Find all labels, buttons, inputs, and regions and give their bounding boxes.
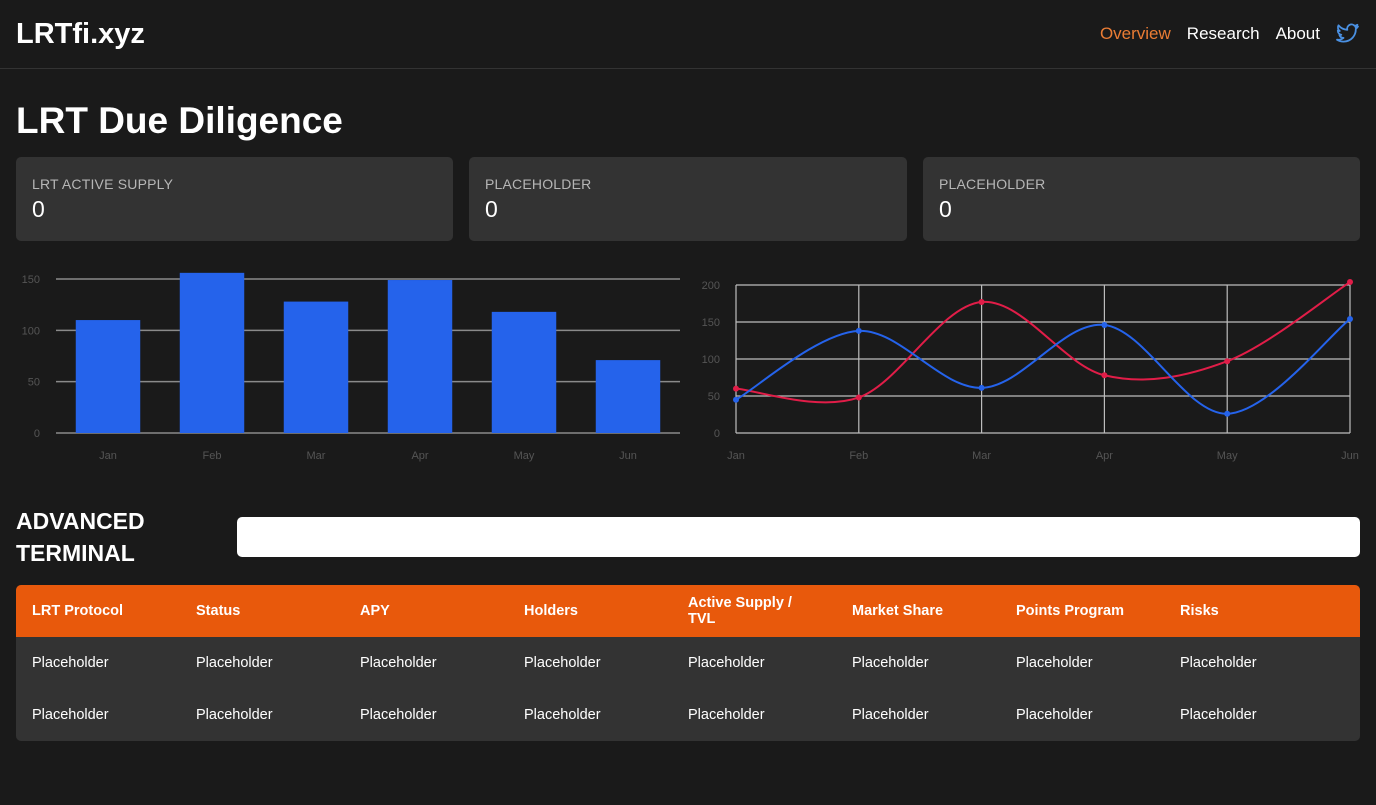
x-tick-label: Feb — [849, 450, 868, 462]
main-nav: Overview Research About — [1100, 22, 1360, 46]
table-cell: Placeholder — [32, 655, 109, 671]
table-cell: Placeholder — [196, 707, 273, 723]
nav-overview[interactable]: Overview — [1100, 22, 1171, 46]
x-tick-label: Mar — [307, 450, 326, 462]
y-tick-label: 50 — [28, 377, 40, 389]
line-chart: 0 50 100 150 200 Jan Feb Mar Apr May Jun — [702, 279, 1359, 462]
bar — [283, 301, 349, 433]
terminal-search-input[interactable] — [237, 517, 1360, 557]
table-header-row: LRT Protocol Status APY Holders Active S… — [16, 585, 1360, 637]
terminal-table-container: LRT Protocol Status APY Holders Active S… — [16, 585, 1360, 741]
stat-label: PLACEHOLDER — [485, 176, 592, 192]
table-cell: Placeholder — [852, 655, 929, 671]
table-cell: Placeholder — [360, 707, 437, 723]
column-header-points-program[interactable]: Points Program — [1000, 585, 1164, 637]
stat-value: 0 — [485, 196, 498, 222]
table-cell: Placeholder — [196, 655, 273, 671]
twitter-icon[interactable] — [1336, 22, 1360, 46]
terminal-title: ADVANCED TERMINAL — [16, 508, 145, 566]
table-cell: Placeholder — [524, 707, 601, 723]
data-point — [1101, 372, 1108, 379]
stat-label: LRT ACTIVE SUPPLY — [32, 176, 174, 192]
y-tick-label: 0 — [34, 428, 40, 440]
bar — [595, 360, 661, 433]
data-point — [1224, 358, 1231, 365]
stat-value: 0 — [939, 196, 952, 222]
table-row[interactable]: Placeholder Placeholder Placeholder Plac… — [16, 689, 1360, 741]
table-cell: Placeholder — [1016, 707, 1093, 723]
data-point — [855, 394, 862, 401]
page-title: LRT Due Diligence — [16, 100, 343, 141]
stat-card-lrt-active-supply: LRT ACTIVE SUPPLY 0 — [16, 157, 453, 241]
y-tick-label: 150 — [22, 274, 40, 286]
top-navbar: LRTfi.xyz Overview Research About — [0, 0, 1376, 69]
data-point — [733, 396, 739, 403]
y-tick-label: 200 — [702, 280, 720, 292]
data-point — [1224, 410, 1231, 417]
table-cell: Placeholder — [1180, 707, 1257, 723]
table-cell: Placeholder — [360, 655, 437, 671]
x-tick-label: May — [1217, 450, 1238, 462]
stat-value: 0 — [32, 196, 45, 222]
table-cell: Placeholder — [524, 655, 601, 671]
stat-card-placeholder-2: PLACEHOLDER 0 — [923, 157, 1360, 241]
stat-card-placeholder-1: PLACEHOLDER 0 — [469, 157, 907, 241]
y-tick-label: 100 — [702, 354, 720, 366]
x-tick-label: Mar — [972, 450, 991, 462]
stat-label: PLACEHOLDER — [939, 176, 1046, 192]
column-header-lrt-protocol[interactable]: LRT Protocol — [16, 585, 180, 637]
terminal-table: LRT Protocol Status APY Holders Active S… — [16, 585, 1360, 741]
series-line — [735, 281, 1351, 404]
x-tick-label: Feb — [203, 450, 222, 462]
column-header-market-share[interactable]: Market Share — [836, 585, 1000, 637]
y-tick-label: 150 — [702, 317, 720, 329]
x-tick-label: May — [514, 450, 535, 462]
nav-about[interactable]: About — [1276, 22, 1320, 46]
y-tick-label: 0 — [714, 428, 720, 440]
x-tick-label: Apr — [1096, 450, 1113, 462]
bar — [75, 320, 141, 433]
y-tick-label: 50 — [708, 391, 720, 403]
table-cell: Placeholder — [688, 707, 765, 723]
x-tick-label: Jun — [619, 450, 637, 462]
table-cell: Placeholder — [1180, 655, 1257, 671]
x-tick-label: Jan — [99, 450, 117, 462]
column-header-active-supply-tvl[interactable]: Active Supply / TVL — [672, 585, 836, 637]
bar-chart: 0 50 100 150 Jan Feb Mar Apr May Jun — [22, 272, 680, 462]
table-row[interactable]: Placeholder Placeholder Placeholder Plac… — [16, 637, 1360, 689]
nav-research[interactable]: Research — [1187, 22, 1260, 46]
data-point — [855, 327, 862, 334]
x-tick-label: Jun — [1341, 450, 1359, 462]
table-cell: Placeholder — [688, 655, 765, 671]
x-tick-label: Jan — [727, 450, 745, 462]
data-point — [733, 385, 739, 392]
site-logo[interactable]: LRTfi.xyz — [16, 16, 145, 52]
column-header-risks[interactable]: Risks — [1164, 585, 1360, 637]
data-point — [978, 384, 985, 391]
data-point — [1101, 321, 1108, 328]
data-point — [978, 299, 985, 306]
column-header-apy[interactable]: APY — [344, 585, 508, 637]
y-tick-label: 100 — [22, 325, 40, 337]
data-point — [1347, 316, 1353, 323]
bar — [387, 280, 453, 433]
bar — [491, 311, 557, 433]
data-point — [1347, 279, 1353, 286]
column-header-status[interactable]: Status — [180, 585, 344, 637]
table-cell: Placeholder — [32, 707, 109, 723]
table-cell: Placeholder — [1016, 655, 1093, 671]
table-cell: Placeholder — [852, 707, 929, 723]
x-tick-label: Apr — [411, 450, 428, 462]
bar — [179, 272, 245, 433]
column-header-holders[interactable]: Holders — [508, 585, 672, 637]
